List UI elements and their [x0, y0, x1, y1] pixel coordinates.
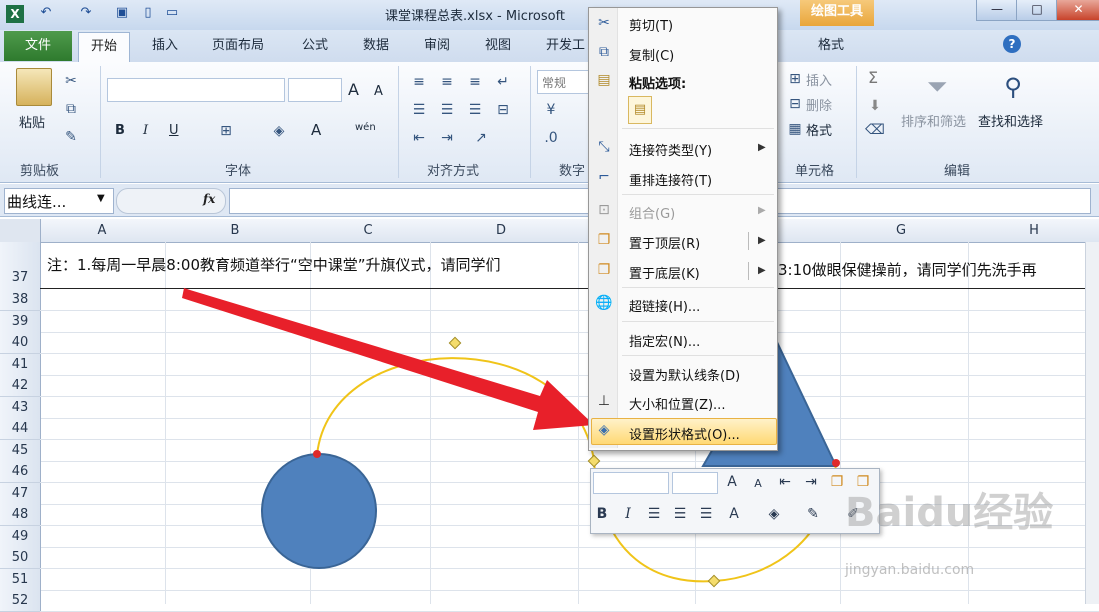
- submenu-arrow-icon: ▶: [758, 205, 766, 216]
- blue-circle-shape: [261, 453, 377, 569]
- menu-item-size-position[interactable]: 大小和位置(Z)...: [629, 394, 725, 413]
- paste-icon: ▤: [597, 72, 611, 88]
- menu-item-send-to-back[interactable]: 置于底层(K): [629, 263, 700, 282]
- connector-type-icon: ⤡: [598, 139, 610, 155]
- size-position-icon: ⊥: [597, 393, 611, 409]
- mini-font-color-button[interactable]: A: [724, 506, 744, 522]
- menu-item-format-shape[interactable]: 设置形状格式(O)...: [629, 424, 740, 443]
- group-icon: ⊡: [598, 202, 610, 218]
- menu-item-connector-type[interactable]: 连接符类型(Y): [629, 140, 712, 159]
- mini-align-center-icon[interactable]: ☰: [670, 506, 690, 522]
- mini-grow-font-icon[interactable]: A: [722, 474, 742, 490]
- adjust-handle-middle: [587, 454, 601, 468]
- menu-item-reroute[interactable]: 重排连接符(T): [629, 170, 712, 189]
- baidu-watermark-url: jingyan.baidu.com: [845, 562, 975, 578]
- menu-item-hyperlink[interactable]: 超链接(H)...: [629, 296, 700, 315]
- paste-option-button[interactable]: ▤: [628, 96, 652, 124]
- connector-end-point: [832, 459, 840, 467]
- adjust-handle-bottom: [707, 574, 721, 588]
- mini-shrink-font-icon[interactable]: A: [748, 477, 768, 490]
- mini-size-dropdown[interactable]: [672, 472, 718, 494]
- mini-fill-color-icon[interactable]: ◈: [764, 506, 784, 522]
- menu-item-cut[interactable]: 剪切(T): [629, 15, 673, 34]
- mini-align-left-icon[interactable]: ☰: [644, 506, 664, 522]
- adjust-handle-top: [448, 336, 462, 350]
- menu-item-assign-macro[interactable]: 指定宏(N)...: [629, 331, 700, 350]
- submenu-arrow-icon: ▶: [758, 235, 766, 246]
- mini-bring-front-icon[interactable]: ❐: [827, 474, 847, 490]
- menu-item-bring-to-front[interactable]: 置于顶层(R): [629, 233, 700, 252]
- connector-start-point: [313, 450, 321, 458]
- format-shape-icon: ◈: [598, 422, 610, 438]
- hyperlink-icon: 🌐: [595, 295, 613, 311]
- send-to-back-icon: ❐: [597, 262, 611, 278]
- copy-icon: ⧉: [599, 44, 609, 60]
- paste-options-label: 粘贴选项:: [629, 77, 687, 92]
- mini-italic-button[interactable]: I: [618, 506, 638, 522]
- bring-to-front-icon: ❐: [597, 232, 611, 248]
- mini-decrease-indent-icon[interactable]: ⇤: [775, 474, 795, 490]
- submenu-arrow-icon: ▶: [758, 142, 766, 153]
- baidu-watermark: Baidu经验: [845, 490, 1054, 536]
- mini-font-dropdown[interactable]: [593, 472, 669, 494]
- menu-item-copy[interactable]: 复制(C): [629, 45, 674, 64]
- menu-separator: [622, 128, 774, 129]
- menu-item-group[interactable]: 组合(G): [629, 203, 675, 222]
- split-divider: [748, 232, 749, 250]
- mini-align-right-icon[interactable]: ☰: [696, 506, 716, 522]
- mini-increase-indent-icon[interactable]: ⇥: [801, 474, 821, 490]
- mini-bold-button[interactable]: B: [592, 506, 612, 522]
- mini-line-color-icon[interactable]: ✎: [803, 506, 823, 522]
- red-pointer-arrow: [182, 288, 594, 430]
- menu-separator: [622, 287, 774, 288]
- menu-separator: [622, 355, 774, 356]
- cut-icon: ✂: [598, 15, 610, 31]
- menu-separator: [622, 194, 774, 195]
- reroute-connectors-icon: ⌐: [598, 169, 610, 185]
- menu-item-set-default-line[interactable]: 设置为默认线条(D): [629, 365, 740, 384]
- menu-separator: [622, 321, 774, 322]
- submenu-arrow-icon: ▶: [758, 265, 766, 276]
- split-divider: [748, 262, 749, 280]
